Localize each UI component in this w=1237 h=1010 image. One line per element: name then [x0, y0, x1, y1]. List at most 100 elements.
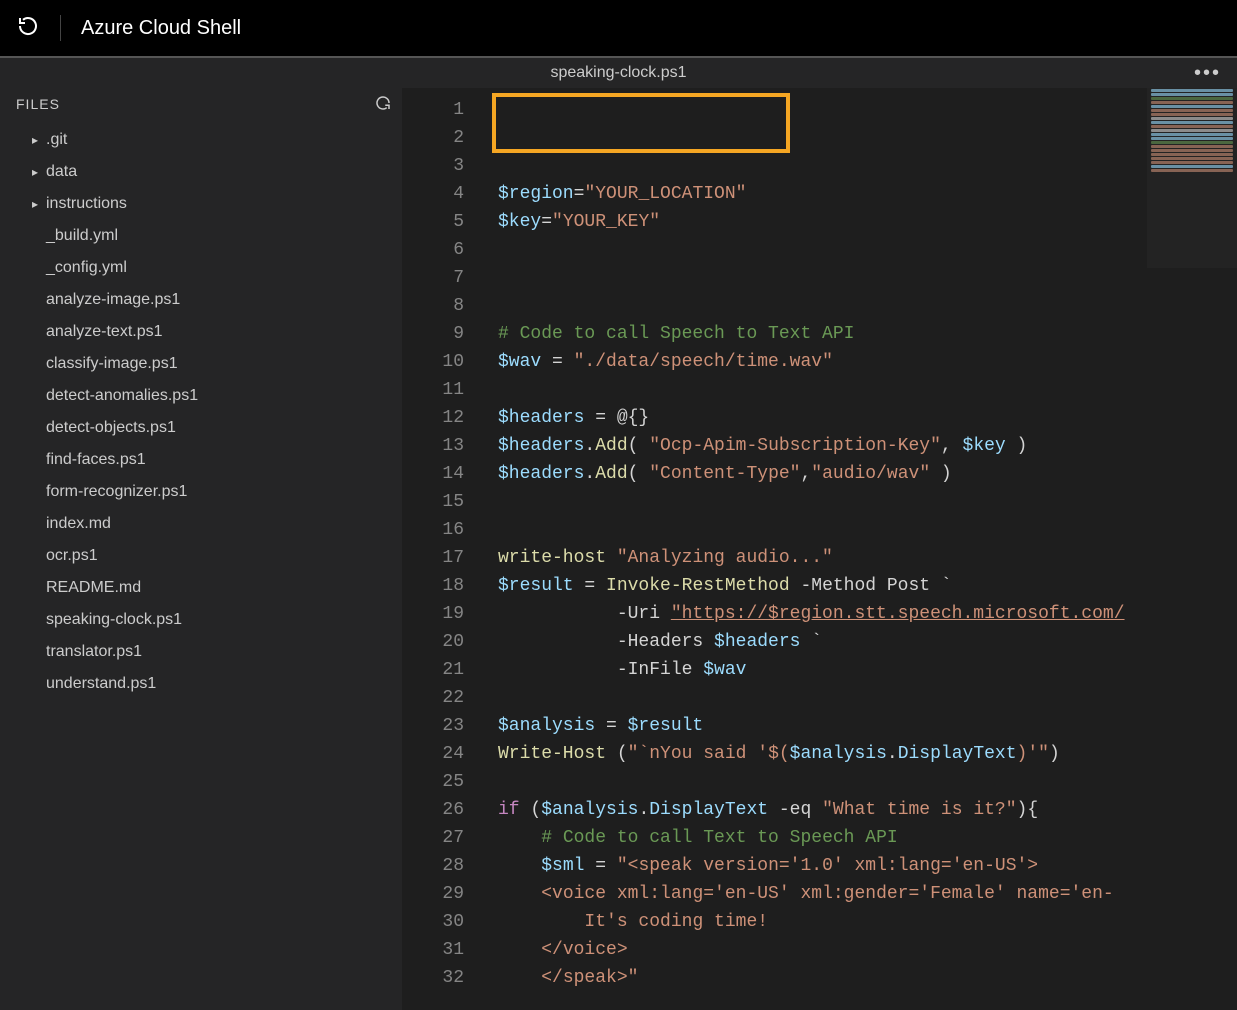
- tab-filename[interactable]: speaking-clock.ps1: [550, 64, 686, 82]
- token-punc: (: [520, 800, 542, 820]
- token-cmd: Write-Host: [498, 744, 617, 764]
- file-label: translator.ps1: [46, 643, 142, 661]
- code-line-6[interactable]: # Code to call Speech to Text API: [498, 320, 1237, 348]
- folder-item-0[interactable]: ▸ .git: [0, 124, 402, 156]
- code-line-26[interactable]: <voice xml:lang='en-US' xml:gender='Fema…: [498, 880, 1237, 908]
- title-bar: Azure Cloud Shell: [0, 0, 1237, 56]
- file-label: data: [46, 163, 77, 181]
- code-editor[interactable]: 1234567891011121314151617181920212223242…: [402, 88, 1237, 1010]
- file-item-12[interactable]: index.md: [0, 508, 402, 540]
- code-line-9[interactable]: $headers = @{}: [498, 404, 1237, 432]
- code-line-7[interactable]: $wav = "./data/speech/time.wav": [498, 348, 1237, 376]
- file-item-9[interactable]: detect-objects.ps1: [0, 412, 402, 444]
- file-item-15[interactable]: speaking-clock.ps1: [0, 604, 402, 636]
- file-label: README.md: [46, 579, 141, 597]
- token-op: .: [638, 800, 649, 820]
- file-item-5[interactable]: analyze-image.ps1: [0, 284, 402, 316]
- code-line-3[interactable]: [498, 236, 1237, 264]
- token-op: .: [584, 464, 595, 484]
- code-line-22[interactable]: [498, 768, 1237, 796]
- line-number: 22: [402, 684, 464, 712]
- code-line-4[interactable]: [498, 264, 1237, 292]
- folder-item-2[interactable]: ▸instructions: [0, 188, 402, 220]
- code-line-25[interactable]: $sml = "<speak version='1.0' xml:lang='e…: [498, 852, 1237, 880]
- refresh-icon[interactable]: [374, 94, 392, 115]
- code-line-16[interactable]: -Uri "https://$region.stt.speech.microso…: [498, 600, 1237, 628]
- code-line-13[interactable]: [498, 516, 1237, 544]
- token-op: =: [574, 184, 585, 204]
- folder-item-1[interactable]: ▸data: [0, 156, 402, 188]
- file-label: detect-anomalies.ps1: [46, 387, 198, 405]
- line-number: 30: [402, 908, 464, 936]
- code-line-12[interactable]: [498, 488, 1237, 516]
- token-str: "Analyzing audio...": [617, 548, 833, 568]
- token-op: =: [541, 352, 573, 372]
- code-line-17[interactable]: -Headers $headers `: [498, 628, 1237, 656]
- line-number: 24: [402, 740, 464, 768]
- code-line-10[interactable]: $headers.Add( "Ocp-Apim-Subscription-Key…: [498, 432, 1237, 460]
- line-number: 32: [402, 964, 464, 992]
- token-punc: (: [628, 436, 650, 456]
- file-item-6[interactable]: analyze-text.ps1: [0, 316, 402, 348]
- chevron-right-icon: ▸: [28, 197, 42, 211]
- token-var: $sml: [541, 856, 584, 876]
- line-number: 11: [402, 376, 464, 404]
- token-str: )'": [1017, 744, 1049, 764]
- line-number: 6: [402, 236, 464, 264]
- code-line-19[interactable]: [498, 684, 1237, 712]
- token-cmd: write-host: [498, 548, 617, 568]
- token-punc: ,: [800, 464, 811, 484]
- file-item-7[interactable]: classify-image.ps1: [0, 348, 402, 380]
- file-label: classify-image.ps1: [46, 355, 178, 373]
- file-item-11[interactable]: form-recognizer.ps1: [0, 476, 402, 508]
- file-item-14[interactable]: README.md: [0, 572, 402, 604]
- line-number: 3: [402, 152, 464, 180]
- code-line-28[interactable]: </voice>: [498, 936, 1237, 964]
- file-label: analyze-image.ps1: [46, 291, 180, 309]
- code-line-30[interactable]: [498, 992, 1237, 1010]
- minimap[interactable]: [1147, 88, 1237, 268]
- code-line-20[interactable]: $analysis = $result: [498, 712, 1237, 740]
- token-str: "Content-Type": [649, 464, 800, 484]
- file-label: speaking-clock.ps1: [46, 611, 182, 629]
- code-line-8[interactable]: [498, 376, 1237, 404]
- code-area[interactable]: $region="YOUR_LOCATION"$key="YOUR_KEY" # …: [482, 88, 1237, 1010]
- code-line-18[interactable]: -InFile $wav: [498, 656, 1237, 684]
- line-number: 5: [402, 208, 464, 236]
- file-item-10[interactable]: find-faces.ps1: [0, 444, 402, 476]
- file-label: detect-objects.ps1: [46, 419, 176, 437]
- token-var: $headers: [498, 464, 584, 484]
- file-label: .git: [46, 131, 67, 149]
- token-str: "audio/wav": [811, 464, 930, 484]
- line-number: 13: [402, 432, 464, 460]
- code-line-29[interactable]: </speak>": [498, 964, 1237, 992]
- code-line-27[interactable]: It's coding time!: [498, 908, 1237, 936]
- reload-icon[interactable]: [16, 14, 40, 43]
- file-item-8[interactable]: detect-anomalies.ps1: [0, 380, 402, 412]
- code-line-1[interactable]: $region="YOUR_LOCATION": [498, 180, 1237, 208]
- code-line-2[interactable]: $key="YOUR_KEY": [498, 208, 1237, 236]
- file-item-3[interactable]: _build.yml: [0, 220, 402, 252]
- token-punc: ): [930, 464, 952, 484]
- code-line-5[interactable]: [498, 292, 1237, 320]
- chevron-right-icon: ▸: [28, 133, 42, 147]
- more-icon[interactable]: •••: [1194, 62, 1221, 85]
- token-punc: ){: [1017, 800, 1039, 820]
- code-line-23[interactable]: if ($analysis.DisplayText -eq "What time…: [498, 796, 1237, 824]
- file-item-13[interactable]: ocr.ps1: [0, 540, 402, 572]
- code-line-24[interactable]: # Code to call Text to Speech API: [498, 824, 1237, 852]
- code-line-14[interactable]: write-host "Analyzing audio...": [498, 544, 1237, 572]
- token-op: -eq: [768, 800, 822, 820]
- app-title: Azure Cloud Shell: [81, 17, 241, 40]
- code-line-11[interactable]: $headers.Add( "Content-Type","audio/wav"…: [498, 460, 1237, 488]
- code-line-21[interactable]: Write-Host ("`nYou said '$($analysis.Dis…: [498, 740, 1237, 768]
- code-line-15[interactable]: $result = Invoke-RestMethod -Method Post…: [498, 572, 1237, 600]
- file-item-4[interactable]: _config.yml: [0, 252, 402, 284]
- token-cmd: Add: [595, 436, 627, 456]
- token-op: [498, 968, 541, 988]
- line-number: 19: [402, 600, 464, 628]
- file-item-17[interactable]: understand.ps1: [0, 668, 402, 700]
- token-op: .: [887, 744, 898, 764]
- file-item-16[interactable]: translator.ps1: [0, 636, 402, 668]
- token-op: [498, 884, 541, 904]
